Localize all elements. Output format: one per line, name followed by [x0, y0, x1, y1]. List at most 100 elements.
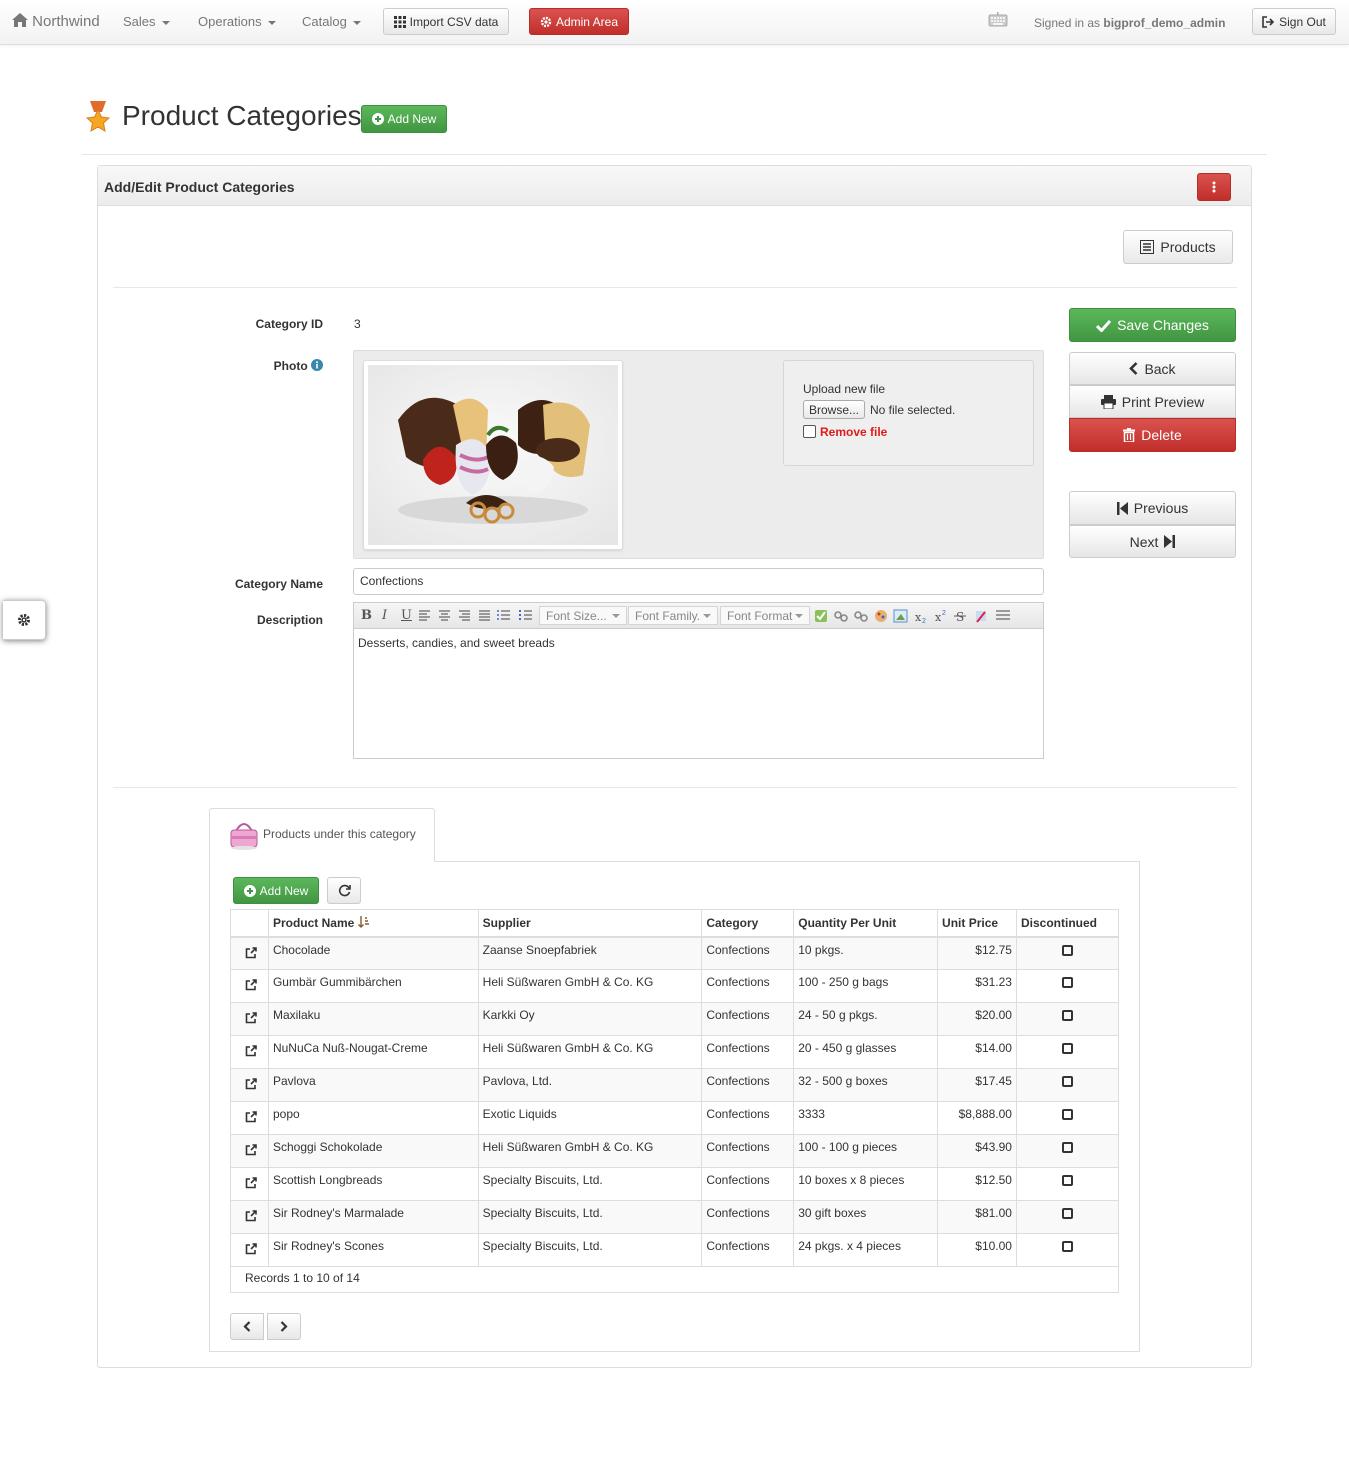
category-name-value: Confections — [360, 574, 424, 588]
open-record-cell[interactable] — [230, 1233, 269, 1267]
editor-extra-icons[interactable]: x2 x2 S — [814, 608, 1014, 624]
open-record-icon[interactable] — [245, 1111, 257, 1123]
column-header-quantity[interactable]: Quantity Per Unit — [793, 909, 939, 938]
admin-area-button[interactable]: Admin Area — [529, 8, 629, 35]
print-preview-button[interactable]: Print Preview — [1069, 385, 1236, 418]
open-record-cell[interactable] — [230, 1167, 269, 1201]
table-row[interactable]: Sir Rodney's Scones Specialty Biscuits, L… — [230, 1233, 1120, 1267]
font-format-text: Font Format — [727, 608, 793, 623]
table-row[interactable]: Sir Rodney's Marmalade Specialty Biscuits… — [230, 1200, 1120, 1234]
products-link-button[interactable]: Products — [1123, 230, 1233, 264]
category-badge-icon — [85, 101, 111, 132]
description-editor[interactable]: Desserts, candies, and sweet breads — [353, 628, 1044, 759]
discontinued-cell — [1015, 1002, 1120, 1036]
unit-price-cell: $10.00 — [937, 1233, 1017, 1267]
keyboard-icon[interactable] — [988, 12, 1008, 28]
table-row[interactable]: Pavlova Pavlova, Ltd. Confections 32 - 500 … — [230, 1068, 1120, 1102]
font-format-select[interactable]: Font Format — [720, 606, 810, 625]
open-record-icon[interactable] — [245, 946, 257, 959]
category-name-input[interactable]: Confections — [353, 568, 1044, 595]
import-csv-button[interactable]: Import CSV data — [383, 8, 509, 35]
menu-sales[interactable]: Sales — [123, 14, 170, 29]
description-label: Description — [256, 613, 323, 627]
ordered-list-icon[interactable] — [519, 610, 533, 622]
import-csv-label: Import CSV data — [409, 14, 499, 29]
remove-file-checkbox[interactable] — [803, 425, 816, 438]
open-record-cell[interactable] — [230, 1200, 269, 1234]
save-changes-label: Save Changes — [1117, 317, 1209, 333]
menu-operations[interactable]: Operations — [198, 14, 276, 29]
alignment-icons[interactable] — [419, 610, 519, 622]
table-row[interactable]: Chocolade Zaanse Snoepfabriek Confections 1… — [230, 936, 1120, 970]
table-row[interactable]: Scottish Longbreads Specialty Biscuits, L… — [230, 1167, 1120, 1201]
open-record-icon[interactable] — [245, 1243, 257, 1255]
supplier-cell: Specialty Biscuits, Ltd. — [477, 1233, 703, 1267]
more-actions-button[interactable] — [1197, 173, 1231, 201]
previous-record-button[interactable]: Previous — [1069, 491, 1236, 525]
browse-button[interactable]: Browse... — [803, 400, 865, 419]
delete-button[interactable]: Delete — [1069, 418, 1236, 452]
records-footer: Records 1 to 10 of 14 — [230, 1266, 1119, 1293]
quantity-cell: 24 pkgs. x 4 pieces — [793, 1233, 939, 1267]
open-record-icon[interactable] — [245, 1177, 257, 1189]
table-row[interactable]: popo Exotic Liquids Confections 3333 $8,888.… — [230, 1101, 1120, 1135]
category-photo[interactable] — [363, 360, 623, 550]
open-record-cell[interactable] — [230, 1101, 269, 1135]
column-header-supplier[interactable]: Supplier — [477, 909, 703, 938]
column-header-discontinued[interactable]: Discontinued — [1015, 909, 1120, 938]
open-record-cell[interactable] — [230, 1134, 269, 1168]
open-column-header — [230, 909, 269, 938]
unchecked-box-icon — [1061, 1175, 1073, 1186]
column-header-category[interactable]: Category — [701, 909, 795, 938]
open-record-cell[interactable] — [230, 1035, 269, 1069]
divider — [113, 787, 1237, 788]
menu-catalog[interactable]: Catalog — [302, 14, 361, 29]
step-backward-icon — [1116, 501, 1128, 515]
category-cell: Confections — [701, 1200, 795, 1234]
next-record-button[interactable]: Next — [1069, 525, 1236, 558]
open-record-icon[interactable] — [245, 1144, 257, 1156]
table-row[interactable]: Schoggi Schokolade Heli Süßwaren GmbH & C… — [230, 1134, 1120, 1168]
open-record-icon[interactable] — [245, 1012, 257, 1024]
brand-link[interactable]: Northwind — [12, 13, 100, 30]
table-row[interactable]: Gumbär Gummibärchen Heli Süßwaren GmbH & … — [230, 969, 1120, 1003]
save-changes-button[interactable]: Save Changes — [1069, 308, 1236, 342]
settings-toggle-button[interactable] — [3, 600, 46, 640]
child-add-new-button[interactable]: Add New — [233, 877, 319, 904]
open-record-cell[interactable] — [230, 1002, 269, 1036]
header-add-new-button[interactable]: Add New — [361, 105, 447, 133]
open-record-cell[interactable] — [230, 969, 269, 1003]
open-record-icon[interactable] — [245, 1045, 257, 1057]
table-row[interactable]: NuNuCa Nuß-Nougat-Creme Heli Süßwaren Gmb… — [230, 1035, 1120, 1069]
page-previous-button[interactable] — [230, 1313, 264, 1340]
info-icon[interactable] — [311, 359, 323, 371]
italic-button[interactable]: I — [382, 608, 387, 623]
svg-text:x: x — [935, 611, 942, 624]
category-id-label: Category ID — [255, 317, 323, 331]
column-header-product-name[interactable]: Product Name — [267, 909, 479, 938]
unit-price-cell: $81.00 — [937, 1200, 1017, 1234]
column-header-label: Product Name — [272, 915, 355, 930]
unchecked-box-icon — [1061, 944, 1073, 956]
open-record-icon[interactable] — [245, 979, 257, 991]
open-record-icon[interactable] — [245, 1078, 257, 1090]
tab-products-under-category[interactable]: Products under this category — [209, 808, 435, 862]
open-record-cell[interactable] — [230, 936, 269, 970]
open-record-cell[interactable] — [230, 1068, 269, 1102]
font-size-select[interactable]: Font Size... — [539, 606, 627, 625]
back-button[interactable]: Back — [1069, 352, 1236, 385]
page-next-button[interactable] — [267, 1313, 301, 1340]
delete-label: Delete — [1141, 427, 1182, 443]
supplier-cell: Exotic Liquids — [477, 1101, 703, 1135]
table-row[interactable]: Maxilaku Karkki Oy Confections 24 - 50 g pk… — [230, 1002, 1120, 1036]
table-body: Chocolade Zaanse Snoepfabriek Confections 1… — [230, 936, 1120, 1267]
bold-button[interactable]: B — [361, 608, 372, 623]
font-family-select[interactable]: Font Family... — [628, 606, 718, 625]
underline-button[interactable]: U — [401, 608, 412, 623]
sign-out-button[interactable]: Sign Out — [1252, 8, 1336, 35]
open-record-icon[interactable] — [245, 1210, 257, 1222]
remove-file-label[interactable]: Remove file — [820, 425, 887, 439]
column-header-unit-price[interactable]: Unit Price — [937, 909, 1017, 938]
discontinued-cell — [1015, 1200, 1120, 1234]
refresh-button[interactable] — [327, 877, 361, 904]
